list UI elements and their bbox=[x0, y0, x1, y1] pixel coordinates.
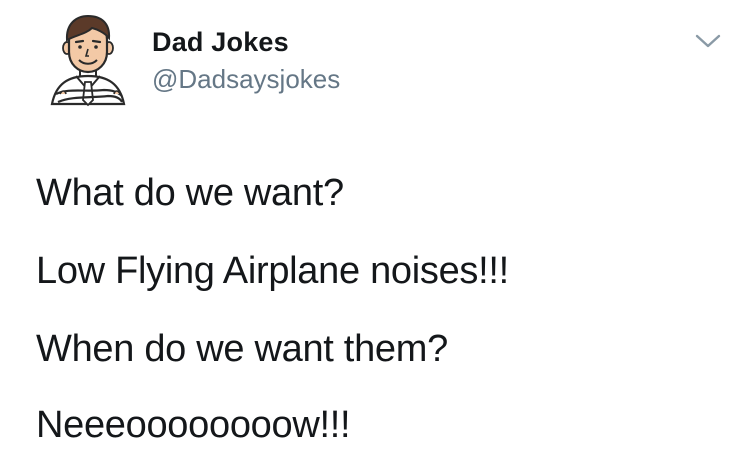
author-display-name[interactable]: Dad Jokes bbox=[152, 27, 289, 58]
chevron-down-icon[interactable] bbox=[692, 30, 724, 52]
tweet-text-line: What do we want? bbox=[36, 172, 344, 214]
tweet-card: Dad Jokes @Dadsaysjokes What do we want?… bbox=[0, 0, 750, 456]
tweet-text-line: Low Flying Airplane noises!!! bbox=[36, 250, 509, 292]
cartoon-dad-avatar-icon[interactable] bbox=[38, 10, 138, 110]
author-handle[interactable]: @Dadsaysjokes bbox=[152, 64, 340, 95]
tweet-text-line: Neeeoooooooow!!! bbox=[36, 404, 351, 446]
tweet-text-line: When do we want them? bbox=[36, 328, 448, 370]
